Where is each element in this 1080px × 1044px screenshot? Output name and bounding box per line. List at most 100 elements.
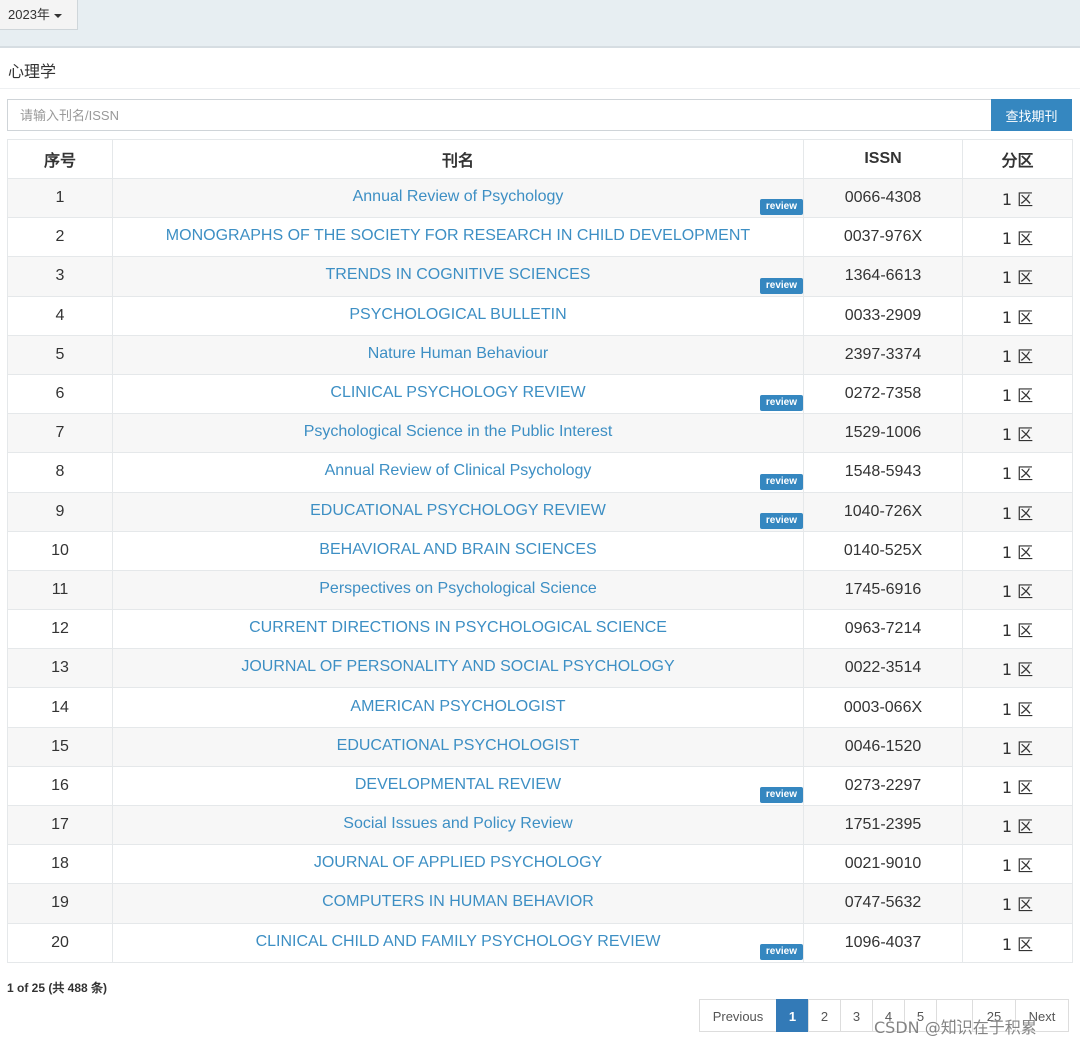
- table-row: 1 Annual Review of Psychology review 0066-4…: [7, 177, 1073, 219]
- journal-name-cell: PSYCHOLOGICAL BULLETIN: [112, 295, 804, 336]
- zone-cell: 1 区: [962, 373, 1073, 415]
- zone-cell: 1 区: [962, 648, 1073, 689]
- pagination-page[interactable]: 3: [840, 999, 873, 1032]
- table-body: 1 Annual Review of Psychology review 0066-4…: [7, 177, 1073, 963]
- zone-cell: 1 区: [962, 491, 1073, 532]
- journal-link[interactable]: PSYCHOLOGICAL BULLETIN: [349, 306, 566, 323]
- journal-name-cell: BEHAVIORAL AND BRAIN SCIENCES: [112, 530, 804, 571]
- review-badge[interactable]: review: [759, 199, 803, 216]
- table-row: 6 CLINICAL PSYCHOLOGY REVIEW review 0272-73…: [7, 373, 1073, 415]
- row-index: 8: [7, 452, 113, 493]
- header-journal-name: 刊名: [112, 139, 804, 179]
- table-row: 10 BEHAVIORAL AND BRAIN SCIENCES 0140-525X…: [7, 530, 1073, 571]
- journal-name-cell: JOURNAL OF PERSONALITY AND SOCIAL PSYCHO…: [112, 648, 804, 689]
- journal-link[interactable]: Annual Review of Clinical Psychology: [325, 462, 592, 479]
- zone-cell: 1 区: [962, 765, 1073, 807]
- search-input[interactable]: [7, 99, 991, 131]
- table-row: 7 Psychological Science in the Public Int…: [7, 413, 1073, 454]
- journal-link[interactable]: JOURNAL OF APPLIED PSYCHOLOGY: [314, 854, 602, 871]
- row-index: 12: [7, 609, 113, 650]
- row-index: 16: [7, 765, 113, 807]
- journal-link[interactable]: Perspectives on Psychological Science: [319, 580, 596, 597]
- journal-link[interactable]: Nature Human Behaviour: [368, 345, 549, 362]
- category-title: 心理学: [8, 64, 57, 81]
- table-row: 12 CURRENT DIRECTIONS IN PSYCHOLOGICAL SC…: [7, 609, 1073, 650]
- table-row: 2 MONOGRAPHS OF THE SOCIETY FOR RESEARCH …: [7, 217, 1073, 258]
- watermark: CSDN @知识在于积累: [874, 1018, 1037, 1037]
- journal-name-cell: TRENDS IN COGNITIVE SCIENCES review: [112, 256, 804, 297]
- table-row: 16 DEVELOPMENTAL REVIEW review 0273-2297 1 区: [7, 765, 1073, 807]
- journal-link[interactable]: MONOGRAPHS OF THE SOCIETY FOR RESEARCH I…: [166, 227, 750, 244]
- review-badge[interactable]: review: [759, 473, 803, 490]
- review-badge[interactable]: review: [759, 787, 803, 803]
- pagination-page[interactable]: 1: [776, 999, 809, 1032]
- pagination-previous[interactable]: Previous: [699, 999, 777, 1032]
- divider: [0, 88, 1080, 89]
- journal-link[interactable]: Social Issues and Policy Review: [343, 815, 572, 832]
- journal-name-cell: Annual Review of Psychology review: [112, 177, 804, 219]
- issn-cell: 0272-7358: [803, 373, 963, 415]
- journal-link[interactable]: JOURNAL OF PERSONALITY AND SOCIAL PSYCHO…: [241, 658, 674, 675]
- table-row: 9 EDUCATIONAL PSYCHOLOGY REVIEW review 1040…: [7, 491, 1073, 532]
- header-index: 序号: [7, 139, 113, 179]
- zone-cell: 1 区: [962, 295, 1073, 336]
- header-zone: 分区: [962, 139, 1073, 179]
- journal-link[interactable]: EDUCATIONAL PSYCHOLOGIST: [337, 737, 580, 754]
- journal-table: 序号 刊名 ISSN 分区 1 Annual Review of Psycholo…: [7, 139, 1073, 963]
- journal-link[interactable]: DEVELOPMENTAL REVIEW: [355, 776, 561, 793]
- journal-link[interactable]: EDUCATIONAL PSYCHOLOGY REVIEW: [310, 502, 606, 519]
- row-index: 5: [7, 334, 113, 375]
- journal-name-cell: AMERICAN PSYCHOLOGIST: [112, 687, 804, 728]
- journal-link[interactable]: CURRENT DIRECTIONS IN PSYCHOLOGICAL SCIE…: [249, 619, 667, 636]
- pagination-page[interactable]: 2: [808, 999, 841, 1032]
- journal-link[interactable]: AMERICAN PSYCHOLOGIST: [350, 698, 565, 715]
- row-index: 11: [7, 569, 113, 611]
- review-badge[interactable]: review: [759, 395, 803, 412]
- issn-cell: 0140-525X: [803, 530, 963, 571]
- table-row: 8 Annual Review of Clinical Psychology rev…: [7, 452, 1073, 493]
- issn-cell: 0021-9010: [803, 844, 963, 885]
- zone-cell: 1 区: [962, 687, 1073, 728]
- row-index: 14: [7, 687, 113, 728]
- review-badge[interactable]: review: [759, 943, 803, 960]
- zone-cell: 1 区: [962, 530, 1073, 571]
- zone-cell: 1 区: [962, 922, 1073, 963]
- row-index: 2: [7, 217, 113, 258]
- issn-cell: 1751-2395: [803, 804, 963, 846]
- table-row: 11 Perspectives on Psychological Science 1…: [7, 569, 1073, 611]
- search-button[interactable]: 查找期刊: [991, 99, 1072, 131]
- journal-name-cell: CLINICAL PSYCHOLOGY REVIEW review: [112, 373, 804, 415]
- journal-link[interactable]: BEHAVIORAL AND BRAIN SCIENCES: [319, 541, 596, 558]
- year-dropdown[interactable]: 2023年: [0, 0, 78, 30]
- table-row: 20 CLINICAL CHILD AND FAMILY PSYCHOLOGY R…: [7, 922, 1073, 963]
- review-badge[interactable]: review: [759, 277, 803, 294]
- row-index: 17: [7, 804, 113, 846]
- zone-cell: 1 区: [962, 452, 1073, 493]
- journal-name-cell: EDUCATIONAL PSYCHOLOGIST: [112, 726, 804, 767]
- row-index: 19: [7, 883, 113, 924]
- result-summary: 1 of 25 (共 488 条): [7, 981, 108, 995]
- journal-link[interactable]: TRENDS IN COGNITIVE SCIENCES: [326, 266, 591, 283]
- journal-link[interactable]: CLINICAL CHILD AND FAMILY PSYCHOLOGY REV…: [256, 933, 661, 950]
- table-row: 4 PSYCHOLOGICAL BULLETIN 0033-2909 1 区: [7, 295, 1073, 336]
- zone-cell: 1 区: [962, 609, 1073, 650]
- journal-name-cell: Annual Review of Clinical Psychology revi…: [112, 452, 804, 493]
- journal-link[interactable]: CLINICAL PSYCHOLOGY REVIEW: [330, 384, 585, 401]
- journal-link[interactable]: Annual Review of Psychology: [353, 188, 564, 205]
- review-badge[interactable]: review: [759, 512, 803, 529]
- journal-name-cell: MONOGRAPHS OF THE SOCIETY FOR RESEARCH I…: [112, 217, 804, 258]
- issn-cell: 0046-1520: [803, 726, 963, 767]
- table-row: 15 EDUCATIONAL PSYCHOLOGIST 0046-1520 1 区: [7, 726, 1073, 767]
- zone-cell: 1 区: [962, 804, 1073, 846]
- journal-link[interactable]: Psychological Science in the Public Inte…: [304, 423, 613, 440]
- zone-cell: 1 区: [962, 256, 1073, 297]
- issn-cell: 0037-976X: [803, 217, 963, 258]
- journal-name-cell: CURRENT DIRECTIONS IN PSYCHOLOGICAL SCIE…: [112, 609, 804, 650]
- row-index: 13: [7, 648, 113, 689]
- issn-cell: 2397-3374: [803, 334, 963, 375]
- zone-cell: 1 区: [962, 217, 1073, 258]
- table-row: 13 JOURNAL OF PERSONALITY AND SOCIAL PSYC…: [7, 648, 1073, 689]
- row-index: 20: [7, 922, 113, 963]
- table-row: 17 Social Issues and Policy Review 1751-23…: [7, 804, 1073, 846]
- journal-link[interactable]: COMPUTERS IN HUMAN BEHAVIOR: [322, 893, 594, 910]
